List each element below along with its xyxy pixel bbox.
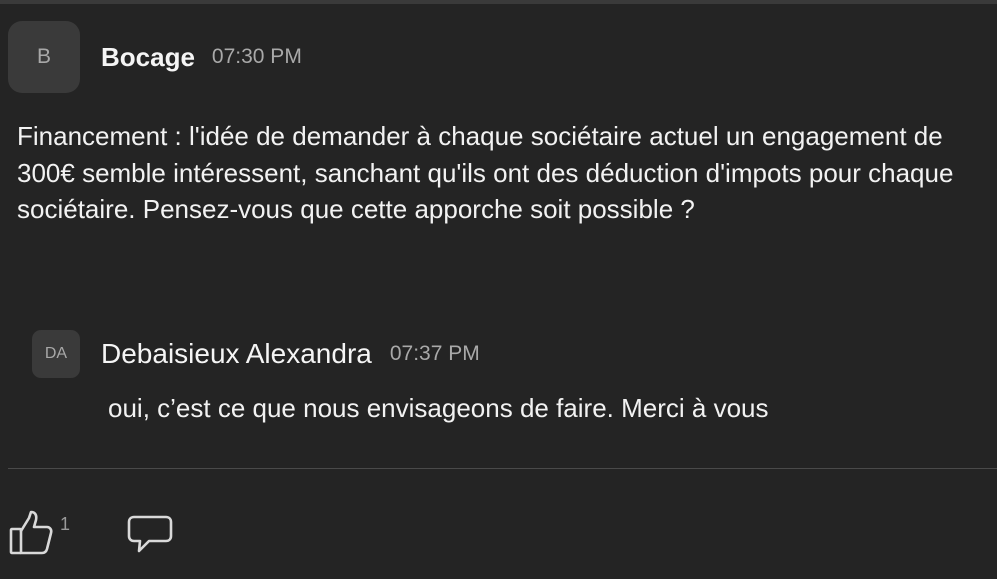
reply-author[interactable]: Debaisieux Alexandra [101,338,372,370]
post-author[interactable]: Bocage [101,42,195,73]
reply-header: DA Debaisieux Alexandra 07:37 PM [32,330,972,378]
comment-button[interactable] [127,514,173,561]
action-bar: 1 [8,508,173,561]
reply-timestamp: 07:37 PM [389,342,480,365]
post-timestamp: 07:30 PM [211,45,302,68]
avatar[interactable]: B [8,21,80,93]
comment-icon [127,515,173,553]
top-edge-divider [0,0,997,4]
post-header: B Bocage 07:30 PM [8,21,302,93]
thumbs-up-icon [9,510,53,555]
reply-avatar[interactable]: DA [32,330,80,378]
reply-body: oui, c’est ce que nous envisageons de fa… [108,393,769,423]
like-button[interactable]: 1 [8,508,70,556]
like-count: 1 [60,514,71,534]
post-body: Financement : l'idée de demander à chaqu… [17,121,954,224]
reply: DA Debaisieux Alexandra 07:37 PM oui, c’… [32,330,972,423]
post-view: B Bocage 07:30 PM Financement : l'idée d… [0,0,997,579]
divider [8,468,997,469]
